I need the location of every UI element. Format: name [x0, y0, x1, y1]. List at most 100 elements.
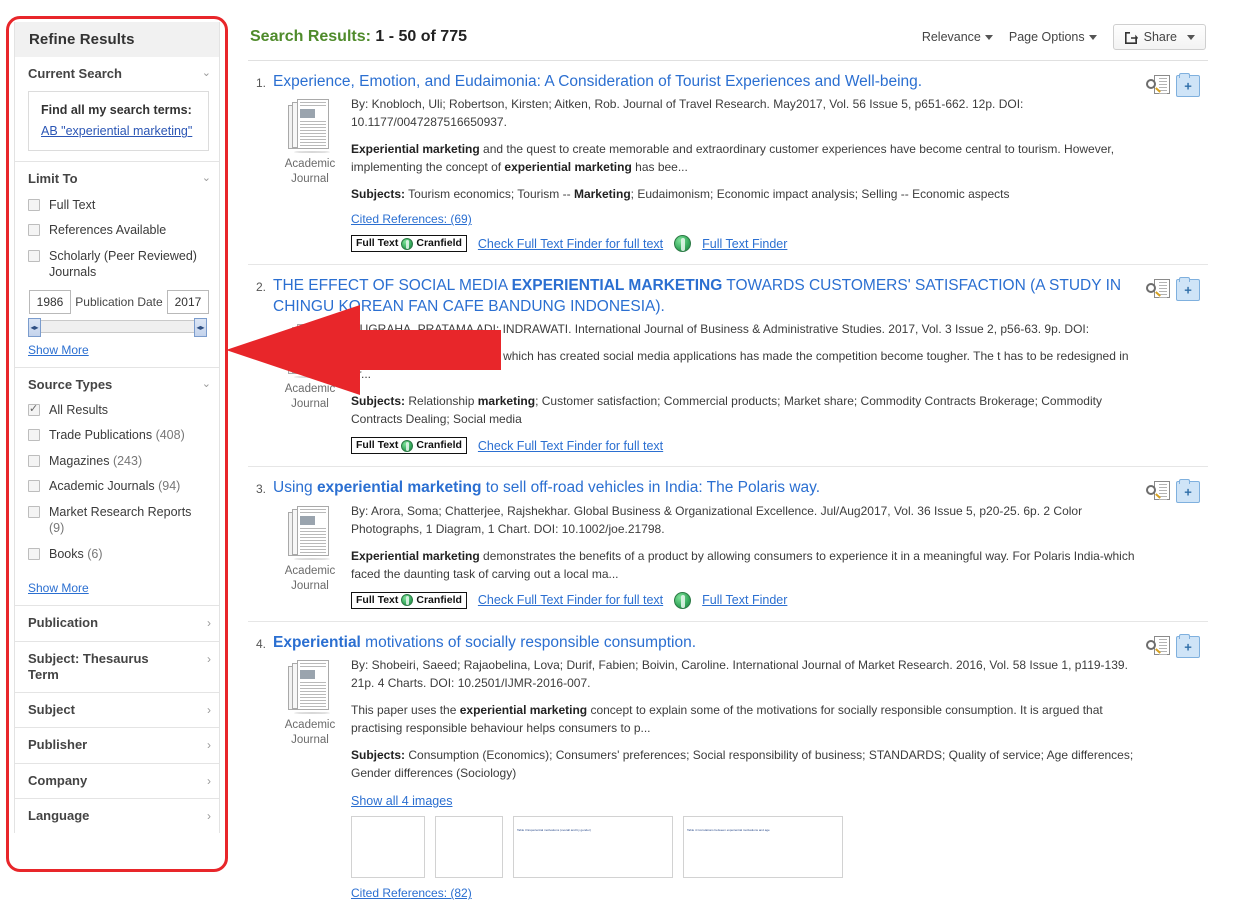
check-full-text-finder-link[interactable]: Check Full Text Finder for full text	[478, 439, 663, 453]
facet-source-types-toggle[interactable]: Source Types ⌄	[15, 368, 219, 402]
source-type-trade-publications[interactable]: Trade Publications (408)	[28, 427, 209, 444]
limit-option-references-available[interactable]: References Available	[28, 222, 209, 239]
facet-title: Company	[28, 772, 88, 788]
limit-option-full-text[interactable]: Full Text	[28, 197, 209, 214]
full-text-finder-globe-icon	[401, 237, 414, 250]
result-title-link[interactable]: Using experiential marketing to sell off…	[273, 478, 1138, 498]
facet-subject[interactable]: Subject ›	[15, 693, 219, 729]
facet-company[interactable]: Company ›	[15, 764, 219, 799]
cited-references-link[interactable]: Cited References: (82)	[351, 886, 472, 900]
limit-option-scholarly-peer-reviewed[interactable]: Scholarly (Peer Reviewed) Journals	[28, 248, 209, 281]
show-all-images-link[interactable]: Show all 4 images	[351, 794, 452, 808]
publication-date-slider[interactable]: ◂▸ ◂▸	[28, 317, 207, 337]
facet-language-toggle[interactable]: Language ›	[15, 799, 219, 833]
full-text-cranfield-badge[interactable]: Full Text Cranfield	[351, 235, 467, 253]
slider-handle-left[interactable]: ◂▸	[28, 317, 41, 337]
facet-language[interactable]: Language ›	[15, 799, 219, 833]
thumbnail-image[interactable]	[351, 816, 425, 879]
badge-right-label: Cranfield	[416, 593, 462, 606]
full-text-cranfield-badge[interactable]: Full Text Cranfield	[351, 437, 467, 455]
current-search-term-link[interactable]: AB "experiential marketing"	[41, 124, 192, 138]
source-types-show-more-link[interactable]: Show More	[28, 581, 89, 595]
checkbox[interactable]	[28, 198, 40, 211]
facet-limit-to: Limit To ⌄ Full Text References Availabl…	[15, 162, 219, 368]
thumbnail-image[interactable]	[435, 816, 503, 879]
result-source-type: Academic Journal	[273, 502, 347, 609]
source-type-label: Academic Journal	[284, 383, 336, 411]
ebsco-search-results-page: Refine Results Current Search ⌄ Find all…	[0, 0, 1238, 900]
page-options-dropdown[interactable]: Page Options	[1009, 30, 1097, 44]
preview-icon[interactable]	[1146, 635, 1170, 658]
source-type-magazines[interactable]: Magazines (243)	[28, 453, 209, 470]
subjects-value: Consumption (Economics); Consumers' pref…	[351, 748, 1134, 781]
current-search-box: Find all my search terms: AB "experienti…	[28, 91, 209, 152]
checkbox[interactable]	[28, 454, 40, 467]
chevron-down-icon: ⌄	[201, 377, 211, 390]
result-image-thumbnails: Table 3 Experiential motivations (overal…	[351, 816, 1138, 879]
slider-handle-right[interactable]: ◂▸	[194, 317, 207, 337]
checkbox[interactable]	[28, 402, 40, 416]
publication-date-to[interactable]: 2017	[166, 289, 209, 314]
result-item: 4. Experiential motivations of socially …	[248, 622, 1208, 919]
check-full-text-finder-link[interactable]: Check Full Text Finder for full text	[478, 593, 663, 607]
add-to-folder-icon[interactable]: +	[1176, 479, 1200, 504]
check-full-text-finder-link[interactable]: Check Full Text Finder for full text	[478, 237, 663, 251]
result-citation: By: Shobeiri, Saeed; Rajaobelina, Lova; …	[351, 658, 1128, 691]
facet-publication-toggle[interactable]: Publication ›	[15, 606, 219, 640]
badge-left-label: Full Text	[356, 237, 399, 250]
result-title-link[interactable]: Experience, Emotion, and Eudaimonia: A C…	[273, 72, 1138, 92]
facet-subject-thesaurus-term[interactable]: Subject: Thesaurus Term ›	[15, 642, 219, 693]
facet-current-search-toggle[interactable]: Current Search ⌄	[15, 57, 219, 91]
source-type-market-research-reports[interactable]: Market Research Reports (9)	[28, 504, 209, 537]
sort-relevance-dropdown[interactable]: Relevance	[922, 30, 993, 44]
thumbnail-image[interactable]: Table 3 Experiential motivations (overal…	[513, 816, 673, 879]
facet-company-toggle[interactable]: Company ›	[15, 764, 219, 798]
limit-to-body: Full Text References Available Scholarly…	[15, 197, 219, 367]
full-text-cranfield-badge[interactable]: Full Text Cranfield	[351, 591, 467, 609]
cited-references-link[interactable]: Cited References: (69)	[351, 212, 472, 226]
facet-publisher[interactable]: Publisher ›	[15, 728, 219, 764]
result-body: THE EFFECT OF SOCIAL MEDIA EXPERIENTIAL …	[266, 276, 1146, 455]
full-text-finder-globe-icon	[401, 439, 414, 452]
facet-publisher-toggle[interactable]: Publisher ›	[15, 728, 219, 762]
preview-icon[interactable]	[1146, 279, 1170, 301]
add-to-folder-icon[interactable]: +	[1176, 277, 1200, 302]
facet-subject-toggle[interactable]: Subject ›	[15, 693, 219, 727]
facet-subject-thesaurus-term-toggle[interactable]: Subject: Thesaurus Term ›	[15, 642, 219, 693]
checkbox[interactable]	[28, 224, 40, 236]
source-type-all-results[interactable]: All Results	[28, 402, 209, 419]
publication-date-row: 1986 Publication Date 2017	[29, 289, 209, 314]
subjects-value: Relationship marketing; Customer satisfa…	[351, 394, 1102, 427]
result-title-link[interactable]: Experiential motivations of socially res…	[273, 633, 1138, 653]
checkbox[interactable]	[28, 429, 40, 442]
badge-right-label: Cranfield	[416, 439, 462, 452]
source-type-label: Magazines	[49, 453, 110, 468]
result-meta: By: Knobloch, Uli; Robertson, Kirsten; A…	[347, 95, 1138, 253]
result-number: 1.	[255, 76, 266, 90]
checkbox[interactable]	[28, 505, 40, 518]
checkbox[interactable]	[28, 480, 40, 493]
share-button[interactable]: Share	[1112, 24, 1206, 50]
result-item: 1. Experience, Emotion, and Eudaimonia: …	[248, 61, 1208, 266]
result-title-link[interactable]: THE EFFECT OF SOCIAL MEDIA EXPERIENTIAL …	[273, 276, 1138, 317]
results-toolbar: Search Results: 1 - 50 of 775 Relevance …	[248, 16, 1208, 60]
facet-limit-to-toggle[interactable]: Limit To ⌄	[15, 162, 219, 196]
share-label: Share	[1143, 30, 1177, 44]
checkbox[interactable]	[28, 547, 40, 560]
add-to-folder-icon[interactable]: +	[1176, 73, 1200, 97]
add-to-folder-icon[interactable]: +	[1176, 633, 1200, 658]
result-subjects: Subjects: Consumption (Economics); Consu…	[351, 746, 1138, 782]
limit-to-show-more-link[interactable]: Show More	[28, 343, 89, 357]
facet-source-types: Source Types ⌄ All Results Trade Publica…	[15, 368, 219, 607]
preview-icon[interactable]	[1146, 75, 1170, 97]
thumbnail-image[interactable]: Table 4 Correlations between experientia…	[683, 816, 843, 879]
source-type-books[interactable]: Books (6)	[28, 546, 209, 563]
publication-date-from[interactable]: 1986	[29, 289, 71, 314]
full-text-finder-link[interactable]: Full Text Finder	[702, 237, 787, 251]
checkbox[interactable]	[28, 249, 40, 262]
facet-publication[interactable]: Publication ›	[15, 606, 219, 642]
full-text-finder-link[interactable]: Full Text Finder	[702, 593, 787, 607]
preview-icon[interactable]	[1146, 481, 1170, 503]
subjects-label: Subjects:	[351, 394, 406, 409]
source-type-academic-journals[interactable]: Academic Journals (94)	[28, 478, 209, 495]
